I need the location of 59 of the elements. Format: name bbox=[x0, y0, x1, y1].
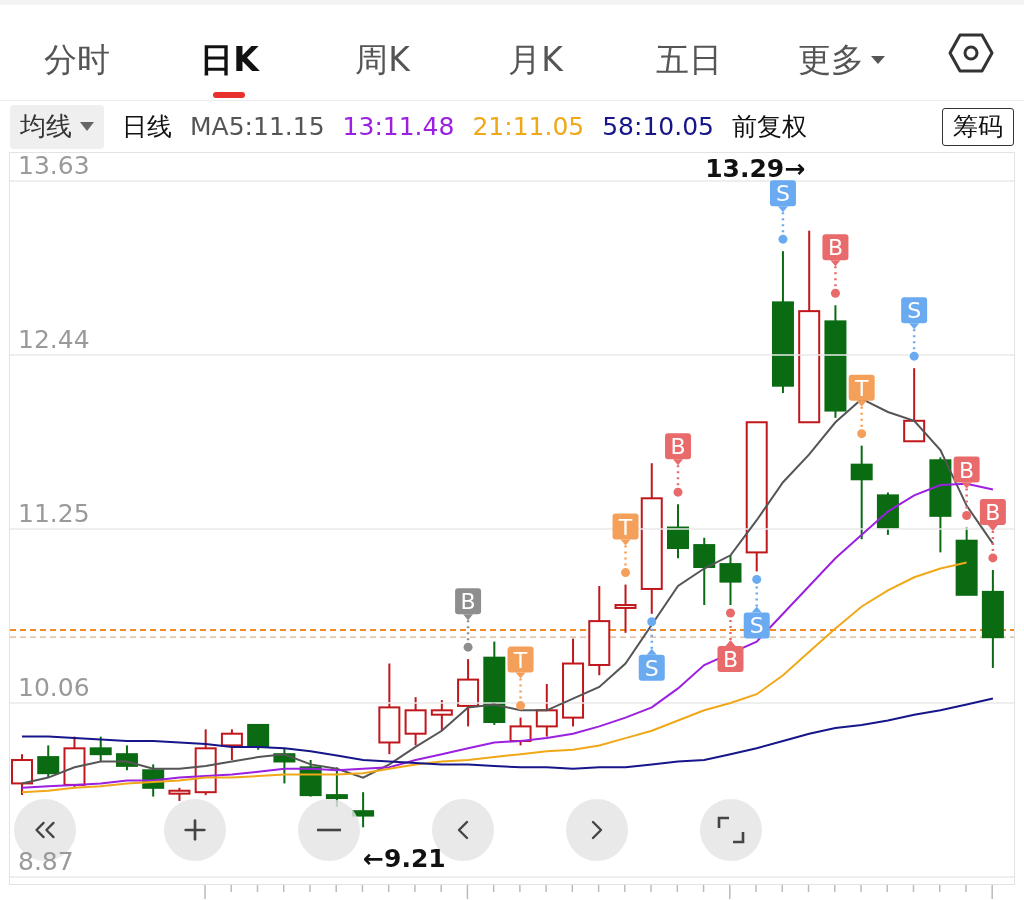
period-tab[interactable]: 日K bbox=[196, 38, 263, 100]
signal-tag: T bbox=[848, 374, 875, 439]
candlestick bbox=[11, 753, 33, 797]
minus-icon bbox=[317, 828, 341, 832]
candlestick bbox=[667, 503, 689, 560]
candlestick bbox=[509, 716, 532, 747]
signal-tag: T bbox=[612, 513, 639, 578]
ma-legend: 13:11.48 bbox=[342, 112, 455, 141]
candlestick bbox=[247, 723, 270, 751]
low-price-label: ←9.21 bbox=[363, 844, 446, 874]
signal-tag: T bbox=[507, 646, 534, 711]
candlestick bbox=[614, 583, 637, 634]
price-tick: 11.25 bbox=[18, 499, 90, 528]
chips-button[interactable]: 筹码 bbox=[942, 107, 1014, 146]
ma-legend: 21:11.05 bbox=[472, 112, 585, 141]
period-tab[interactable]: 五日 bbox=[651, 38, 726, 100]
candlestick bbox=[220, 728, 243, 762]
candlestick bbox=[457, 658, 480, 728]
signal-tag: S bbox=[638, 617, 665, 681]
high-price-label: 13.29→ bbox=[705, 153, 806, 183]
signal-tag: B bbox=[822, 234, 849, 298]
price-tick: 13.63 bbox=[18, 153, 90, 180]
price-tick: 12.44 bbox=[18, 325, 90, 354]
ma-dropdown[interactable]: 均线 bbox=[10, 104, 104, 149]
candlestick bbox=[168, 786, 191, 802]
adjust-label[interactable]: 前复权 bbox=[732, 110, 807, 143]
period-tab[interactable]: 周K bbox=[351, 38, 414, 100]
period-tab[interactable]: 更多 bbox=[793, 38, 890, 100]
period-tab[interactable]: 月K bbox=[504, 38, 567, 100]
signal-tag: B bbox=[979, 498, 1006, 563]
signal-tag: B bbox=[953, 456, 980, 521]
candlestick bbox=[352, 791, 375, 829]
price-tick: 8.87 bbox=[18, 847, 74, 876]
signal-tag: S bbox=[901, 297, 928, 361]
signal-tag: B bbox=[455, 588, 482, 652]
signal-tag: S bbox=[743, 574, 770, 639]
signal-tag: B bbox=[665, 433, 691, 497]
candlestick bbox=[719, 554, 742, 607]
candlestick bbox=[194, 728, 217, 797]
candlestick bbox=[876, 491, 899, 536]
candlestick bbox=[142, 763, 165, 798]
signal-tag: B bbox=[717, 608, 744, 673]
candlestick bbox=[115, 744, 138, 772]
period-tab[interactable]: 分时 bbox=[39, 38, 114, 100]
candlestick bbox=[430, 699, 453, 732]
caret-icon bbox=[80, 122, 94, 131]
candlestick bbox=[273, 747, 296, 785]
corners-icon bbox=[716, 815, 746, 845]
caret-icon bbox=[869, 55, 886, 65]
candlestick bbox=[404, 696, 427, 747]
price-tick: 10.06 bbox=[18, 673, 90, 702]
ma-legend: MA5:11.15 bbox=[190, 112, 325, 141]
candlestick bbox=[535, 683, 558, 738]
signal-tag: S bbox=[769, 180, 796, 244]
period-label: 日线 bbox=[122, 111, 172, 143]
candlestick bbox=[37, 744, 60, 779]
candlestick bbox=[693, 536, 716, 607]
candlestick bbox=[89, 735, 112, 763]
ma-legend: 58:10.05 bbox=[602, 112, 714, 141]
